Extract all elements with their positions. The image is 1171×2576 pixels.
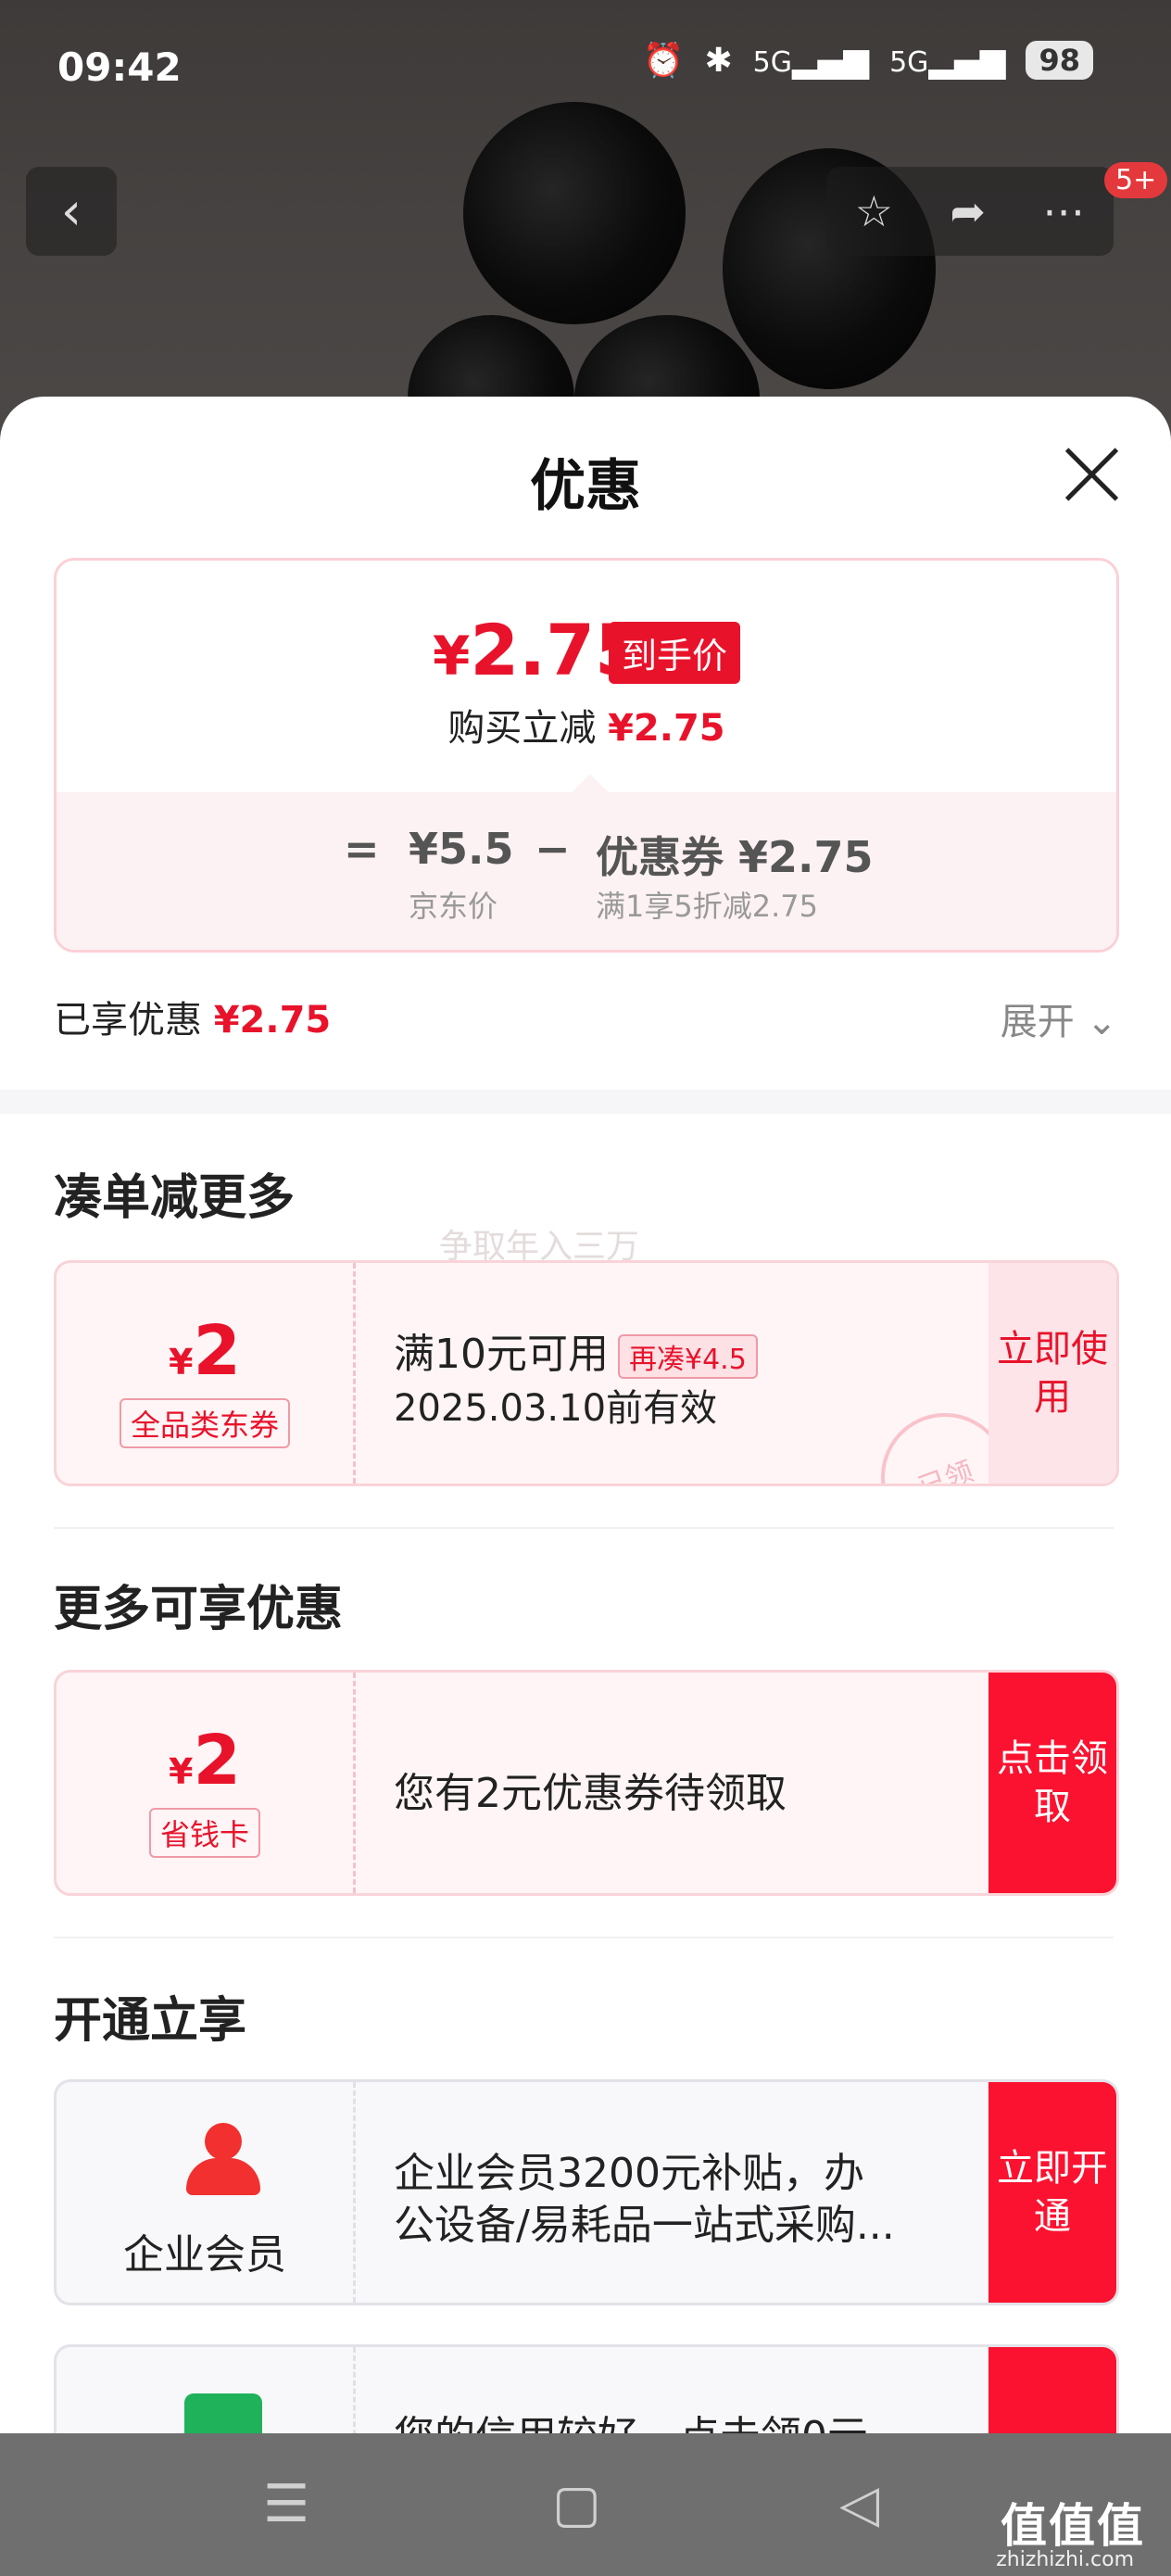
back-button[interactable]: ‹: [26, 167, 117, 256]
coupon-kind: 全品类东券: [119, 1398, 291, 1448]
menu-icon[interactable]: ☰: [263, 2474, 309, 2534]
site-logo: 值值值: [1001, 2499, 1145, 2553]
alarm-icon: ⏰: [642, 42, 685, 80]
bundle-coupon: ¥2 全品类东券 满10元可用 再凑¥4.5 2025.03.10前有效 已领 立…: [54, 1260, 1119, 1486]
close-icon[interactable]: [1062, 445, 1121, 504]
sheet-title: 优惠: [530, 454, 641, 519]
coupon-left: ¥2 省钱卡: [57, 1673, 356, 1893]
star-icon[interactable]: ☆: [855, 186, 893, 236]
home-icon[interactable]: ▢: [552, 2474, 601, 2534]
divider: [54, 1937, 1114, 1938]
coupon-extra-tag: 再凑¥4.5: [618, 1334, 758, 1379]
minus-sign: −: [535, 824, 571, 874]
expand-button[interactable]: 展开 ⌄: [1001, 991, 1117, 1045]
coupon-value: 优惠券 ¥2.75: [596, 832, 874, 882]
coupon-desc: 满1享5折减2.75: [596, 889, 818, 924]
chevron-down-icon: ⌄: [1086, 1001, 1117, 1043]
coupon-text: 您有2元优惠券待领取: [394, 1770, 787, 1817]
share-icon[interactable]: ➦: [950, 186, 986, 236]
claim-button[interactable]: 点击领取: [988, 1673, 1116, 1893]
status-icons: ⏰ ✱ 5G▂▄▆ 5G▂▄▆ 98: [643, 41, 1093, 80]
jd-price: ¥5.5: [409, 824, 514, 874]
coupon-left: ¥2 全品类东券: [57, 1263, 356, 1484]
price-card: ¥2.75 到手价 购买立减 ¥2.75 = ¥5.5 京东价 − 优惠券 ¥2…: [54, 558, 1119, 953]
bluetooth-icon: ✱: [704, 41, 733, 80]
member-desc-line1: 企业会员3200元补贴，办: [394, 2150, 864, 2197]
jd-price-label: 京东价: [409, 889, 498, 924]
person-icon: [184, 2123, 262, 2197]
back-icon[interactable]: ◁: [839, 2474, 879, 2534]
price-card-top: ¥2.75 到手价 购买立减 ¥2.75: [57, 561, 1116, 792]
signal-icon: 5G▂▄▆: [752, 41, 870, 80]
battery-indicator: 98: [1026, 41, 1093, 80]
section-title-activate: 开通立享: [54, 1993, 247, 2049]
member-name: 企业会员: [123, 2231, 286, 2279]
enterprise-member-card: 企业会员 企业会员3200元补贴，办 公设备/易耗品一站式采购... 立即开通: [54, 2079, 1119, 2305]
top-tools: ☆ ➦ ⋯: [826, 167, 1114, 256]
status-time: 09:42: [57, 44, 182, 90]
divider: [54, 1527, 1114, 1529]
section-divider: [0, 1090, 1171, 1114]
status-bar: 09:42 ⏰ ✱ 5G▂▄▆ 5G▂▄▆ 98: [0, 0, 1171, 130]
final-price-tag: 到手价: [609, 622, 741, 684]
enjoyed-discount: 已享优惠 ¥2.75: [54, 999, 332, 1042]
chevron-left-icon: ‹: [60, 181, 82, 242]
coupon-amount: ¥2: [169, 1311, 241, 1391]
price-breakdown: [57, 792, 1116, 950]
site-url: zhizhizhi.com: [996, 2548, 1134, 2571]
member-desc-line2: 公设备/易耗品一站式采购...: [394, 2202, 895, 2249]
coupon-amount: ¥2: [169, 1721, 241, 1800]
equals-sign: =: [344, 824, 380, 874]
coupon-condition: 满10元可用 再凑¥4.5: [394, 1320, 758, 1380]
more-icon[interactable]: ⋯: [1042, 186, 1085, 236]
coupon-kind: 省钱卡: [148, 1808, 261, 1858]
instant-discount: 购买立减 ¥2.75: [447, 707, 725, 750]
signal-icon-2: 5G▂▄▆: [889, 41, 1006, 80]
use-now-button[interactable]: 立即使用: [988, 1263, 1116, 1484]
section-title-bundle: 凑单减更多: [54, 1170, 296, 1226]
activate-button[interactable]: 立即开通: [988, 2082, 1116, 2303]
savings-card-coupon: ¥2 省钱卡 您有2元优惠券待领取 点击领取: [54, 1670, 1119, 1896]
member-left: 企业会员: [57, 2082, 356, 2303]
coupon-expiry: 2025.03.10前有效: [394, 1387, 718, 1430]
message-badge: 5+: [1104, 162, 1168, 198]
discount-sheet: 优惠 ¥2.75 到手价 购买立减 ¥2.75 = ¥5.5 京东价 − 优惠券…: [0, 397, 1171, 2570]
section-title-more: 更多可享优惠: [54, 1582, 344, 1637]
